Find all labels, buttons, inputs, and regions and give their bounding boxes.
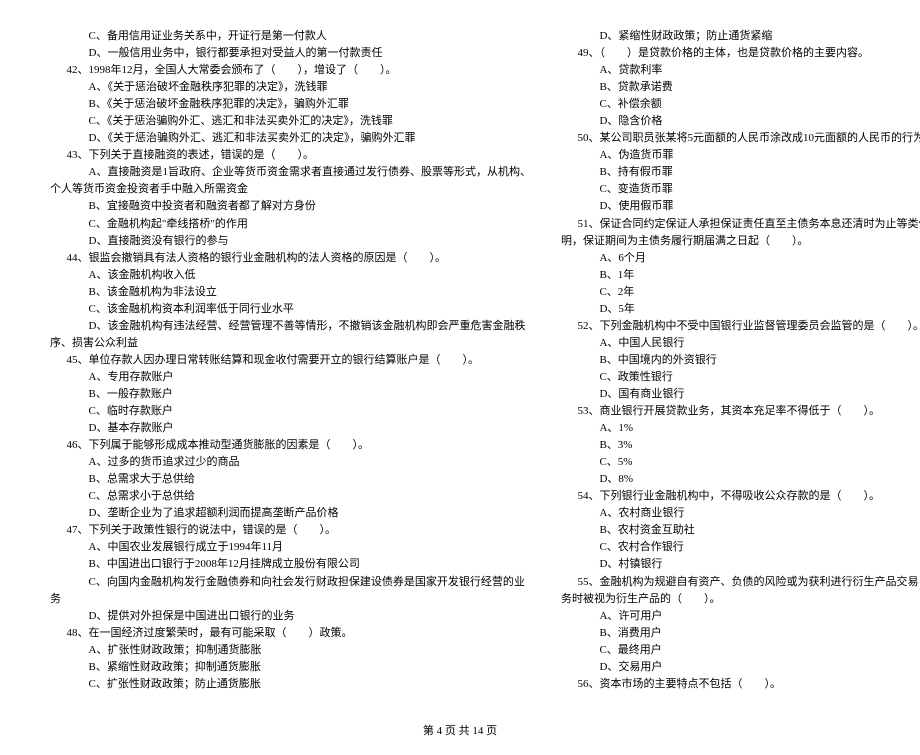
right-line: A、1% <box>561 420 920 437</box>
left-line: B、该金融机构为非法设立 <box>50 284 531 301</box>
left-line: 序、损害公众利益 <box>50 335 531 352</box>
left-line: 47、下列关于政策性银行的说法中，错误的是（ ）。 <box>50 522 531 539</box>
left-line: D、垄断企业为了追求超额利润而提高垄断产品价格 <box>50 505 531 522</box>
right-line: C、变造货币罪 <box>561 181 920 198</box>
left-line: 44、银监会撤销具有法人资格的银行业金融机构的法人资格的原因是（ ）。 <box>50 250 531 267</box>
right-line: D、交易用户 <box>561 659 920 676</box>
right-line: D、5年 <box>561 301 920 318</box>
left-line: 46、下列属于能够形成成本推动型通货膨胀的因素是（ ）。 <box>50 437 531 454</box>
left-line: C、向国内金融机构发行金融债券和向社会发行财政担保建设债券是国家开发银行经营的业 <box>50 574 531 591</box>
right-line: B、贷款承诺费 <box>561 79 920 96</box>
footer-prefix: 第 <box>423 725 437 737</box>
left-line: A、直接融资是1旨政府、企业等货币资金需求者直接通过发行债券、股票等形式，从机构… <box>50 164 531 181</box>
right-line: D、8% <box>561 471 920 488</box>
right-line: 54、下列银行业金融机构中，不得吸收公众存款的是（ ）。 <box>561 488 920 505</box>
left-line: C、临时存款账户 <box>50 403 531 420</box>
left-line: C、该金融机构资本利润率低于同行业水平 <box>50 301 531 318</box>
left-line: A、中国农业发展银行成立于1994年11月 <box>50 539 531 556</box>
right-line: 56、资本市场的主要特点不包括（ ）。 <box>561 676 920 693</box>
right-line: C、农村合作银行 <box>561 539 920 556</box>
left-line: B、《关于惩治破坏金融秩序犯罪的决定》，骗购外汇罪 <box>50 96 531 113</box>
left-line: B、紧缩性财政政策；抑制通货膨胀 <box>50 659 531 676</box>
left-line: C、备用信用证业务关系中，开证行是第一付款人 <box>50 28 531 45</box>
right-line: C、政策性银行 <box>561 369 920 386</box>
left-line: A、专用存款账户 <box>50 369 531 386</box>
right-line: B、中国境内的外资银行 <box>561 352 920 369</box>
right-line: 49、（ ）是贷款价格的主体，也是贷款价格的主要内容。 <box>561 45 920 62</box>
right-line: 50、某公司职员张某将5元面额的人民币涂改成10元面额的人民币的行为属于（ ）。 <box>561 130 920 147</box>
right-line: A、中国人民银行 <box>561 335 920 352</box>
left-line: B、宜接融资中投资者和融资者都了解对方身份 <box>50 198 531 215</box>
left-line: D、《关于惩治骗购外汇、逃汇和非法买卖外汇的决定》，骗购外汇罪 <box>50 130 531 147</box>
right-line: C、补偿余额 <box>561 96 920 113</box>
left-column: C、备用信用证业务关系中，开证行是第一付款人D、一般信用业务中，银行都要承担对受… <box>50 28 531 693</box>
left-line: B、中国进出口银行于2008年12月挂牌成立股份有限公司 <box>50 556 531 573</box>
footer-page-total: 14 <box>472 725 483 737</box>
right-line: D、紧缩性财政政策；防止通货紧缩 <box>561 28 920 45</box>
right-line: A、许可用户 <box>561 608 920 625</box>
footer-suffix: 页 <box>483 725 497 737</box>
right-line: B、1年 <box>561 267 920 284</box>
right-line: B、持有假币罪 <box>561 164 920 181</box>
two-column-layout: C、备用信用证业务关系中，开证行是第一付款人D、一般信用业务中，银行都要承担对受… <box>50 28 870 693</box>
left-line: A、《关于惩治破坏金融秩序犯罪的决定》，洗钱罪 <box>50 79 531 96</box>
left-line: B、总需求大于总供给 <box>50 471 531 488</box>
right-line: 务时被视为衍生产品的（ ）。 <box>561 591 920 608</box>
left-line: D、提供对外担保是中国进出口银行的业务 <box>50 608 531 625</box>
left-line: D、该金融机构有违法经营、经营管理不善等情形，不撤销该金融机构即会严重危害金融秩 <box>50 318 531 335</box>
page-footer: 第 4 页 共 14 页 <box>50 723 870 740</box>
left-line: B、一般存款账户 <box>50 386 531 403</box>
left-line: D、基本存款账户 <box>50 420 531 437</box>
right-line: D、隐含价格 <box>561 113 920 130</box>
left-line: C、总需求小于总供给 <box>50 488 531 505</box>
left-line: C、《关于惩治骗购外汇、逃汇和非法买卖外汇的决定》，洗钱罪 <box>50 113 531 130</box>
left-line: D、直接融资没有银行的参与 <box>50 233 531 250</box>
left-line: 42、1998年12月，全国人大常委会颁布了（ ），增设了（ ）。 <box>50 62 531 79</box>
right-line: C、2年 <box>561 284 920 301</box>
left-line: 务 <box>50 591 531 608</box>
right-line: C、5% <box>561 454 920 471</box>
right-line: 53、商业银行开展贷款业务，其资本充足率不得低于（ ）。 <box>561 403 920 420</box>
left-line: 45、单位存款人因办理日常转账结算和现金收付需要开立的银行结算账户是（ ）。 <box>50 352 531 369</box>
right-line: D、国有商业银行 <box>561 386 920 403</box>
left-line: C、金融机构起"牵线搭桥"的作用 <box>50 216 531 233</box>
left-line: D、一般信用业务中，银行都要承担对受益人的第一付款责任 <box>50 45 531 62</box>
right-line: B、消费用户 <box>561 625 920 642</box>
right-line: 52、下列金融机构中不受中国银行业监督管理委员会监管的是（ ）。 <box>561 318 920 335</box>
left-line: 48、在一国经济过度繁荣时，最有可能采取（ ）政策。 <box>50 625 531 642</box>
footer-mid: 页 共 <box>442 725 472 737</box>
right-line: A、贷款利率 <box>561 62 920 79</box>
right-line: B、3% <box>561 437 920 454</box>
right-line: D、村镇银行 <box>561 556 920 573</box>
left-line: A、过多的货币追求过少的商品 <box>50 454 531 471</box>
left-line: 43、下列关于直接融资的表述，错误的是（ ）。 <box>50 147 531 164</box>
left-line: A、扩张性财政政策；抑制通货膨胀 <box>50 642 531 659</box>
right-line: A、伪造货币罪 <box>561 147 920 164</box>
right-column: D、紧缩性财政政策；防止通货紧缩49、（ ）是贷款价格的主体，也是贷款价格的主要… <box>561 28 920 693</box>
right-line: C、最终用户 <box>561 642 920 659</box>
right-line: A、农村商业银行 <box>561 505 920 522</box>
right-line: D、使用假币罪 <box>561 198 920 215</box>
right-line: 51、保证合同约定保证人承担保证责任直至主债务本息还清时为止等类似内容的，视为约… <box>561 216 920 233</box>
left-line: 个人等货币资金投资者手中融入所需资金 <box>50 181 531 198</box>
right-line: 明，保证期间为主债务履行期届满之日起（ ）。 <box>561 233 920 250</box>
left-line: C、扩张性财政政策；防止通货膨胀 <box>50 676 531 693</box>
right-line: B、农村资金互助社 <box>561 522 920 539</box>
right-line: 55、金融机构为规避自有资产、负债的风险或为获利进行衍生产品交易，金融机构从事此… <box>561 574 920 591</box>
left-line: A、该金融机构收入低 <box>50 267 531 284</box>
right-line: A、6个月 <box>561 250 920 267</box>
